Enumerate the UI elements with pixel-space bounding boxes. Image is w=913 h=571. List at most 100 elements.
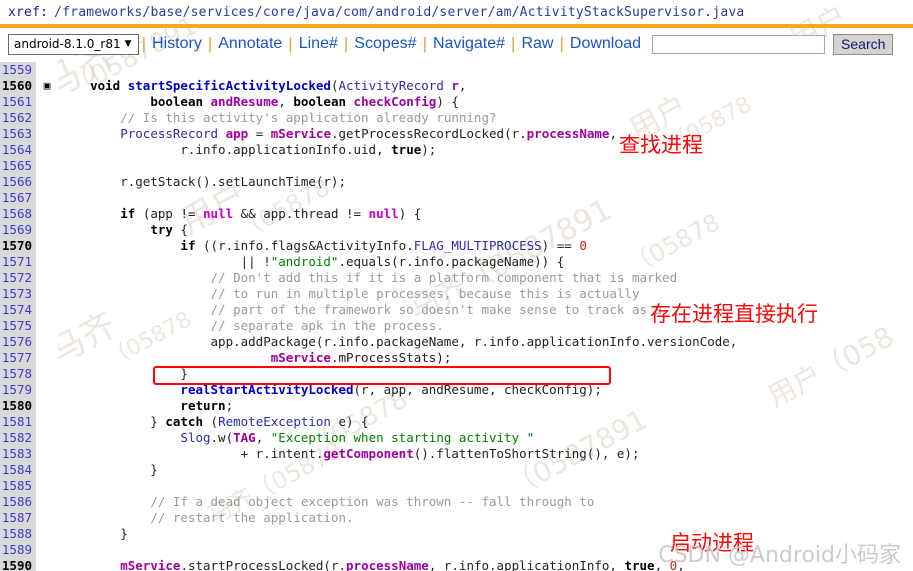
line-number: 1564 [0,142,36,158]
line-number: 1585 [0,478,36,494]
xref-file-path[interactable]: /frameworks/base/services/core/java/com/… [54,5,744,20]
code-line[interactable]: 1584 } [0,462,913,478]
code-line[interactable]: 1581 } catch (RemoteException e) { [0,414,913,430]
line-source[interactable]: try { [58,222,913,238]
code-line[interactable]: 1564 r.info.applicationInfo.uid, true); [0,142,913,158]
code-line[interactable]: 1571 || !"android".equals(r.info.package… [0,254,913,270]
line-number: 1589 [0,542,36,558]
code-line[interactable]: 1562 // Is this activity's application a… [0,110,913,126]
code-line[interactable]: 1586 // If a dead object exception was t… [0,494,913,510]
search-button[interactable]: Search [833,33,894,55]
code-line[interactable]: 1568 if (app != null && app.thread != nu… [0,206,913,222]
line-number: 1570 [0,238,36,254]
fold-collapse-icon[interactable]: ▣ [36,78,58,94]
fold-cell [36,398,58,414]
line-source[interactable]: if (app != null && app.thread != null) { [58,206,913,222]
fold-cell [36,190,58,206]
version-select[interactable]: android-8.1.0_r81 ▼ [8,33,139,55]
line-source[interactable]: void startSpecificActivityLocked(Activit… [58,78,913,94]
toolbar-link-linenum[interactable]: Line# [296,35,341,53]
line-source[interactable] [58,62,913,78]
line-source[interactable]: } catch (RemoteException e) { [58,414,913,430]
line-source[interactable]: } [58,366,913,382]
line-number: 1575 [0,318,36,334]
line-source[interactable]: // restart the application. [58,510,913,526]
line-source[interactable]: r.getStack().setLaunchTime(r); [58,174,913,190]
code-line[interactable]: 1569 try { [0,222,913,238]
toolbar-link-annotate[interactable]: Annotate [215,35,285,53]
version-select-value: android-8.1.0_r81 [14,37,121,51]
line-number: 1576 [0,334,36,350]
code-line[interactable]: 1561 boolean andResume, boolean checkCon… [0,94,913,110]
fold-cell [36,270,58,286]
fold-cell [36,462,58,478]
code-line[interactable]: 1560 ▣ void startSpecificActivityLocked(… [0,78,913,94]
line-source[interactable]: Slog.w(TAG, "Exception when starting act… [58,430,913,446]
search-input[interactable] [652,34,826,54]
fold-cell [36,350,58,366]
code-line[interactable]: 1579 realStartActivityLocked(r, app, and… [0,382,913,398]
line-number: 1584 [0,462,36,478]
line-source[interactable]: mService.mProcessStats); [58,350,913,366]
line-source[interactable]: ProcessRecord app = mService.getProcessR… [58,126,913,142]
line-source-highlighted[interactable]: realStartActivityLocked(r, app, andResum… [58,382,913,398]
code-line[interactable]: 1563 ProcessRecord app = mService.getPro… [0,126,913,142]
line-number: 1578 [0,366,36,382]
fold-cell [36,254,58,270]
line-source[interactable]: || !"android".equals(r.info.packageName)… [58,254,913,270]
fold-cell [36,510,58,526]
line-source[interactable]: r.info.applicationInfo.uid, true); [58,142,913,158]
fold-cell [36,382,58,398]
toolbar-link-navigate[interactable]: Navigate# [430,35,508,53]
code-line[interactable]: 1583 + r.intent.getComponent().flattenTo… [0,446,913,462]
line-source[interactable]: // Is this activity's application alread… [58,110,913,126]
toolbar: android-8.1.0_r81 ▼ | History | Annotate… [0,29,913,59]
line-source[interactable]: app.addPackage(r.info.packageName, r.inf… [58,334,913,350]
toolbar-link-history[interactable]: History [149,35,205,53]
fold-cell [36,430,58,446]
csdn-watermark: CSDN @Android小码家 [658,543,901,568]
fold-cell [36,302,58,318]
code-line[interactable]: 1570 if ((r.info.flags&ActivityInfo.FLAG… [0,238,913,254]
line-source[interactable]: + r.intent.getComponent().flattenToShort… [58,446,913,462]
line-source[interactable]: // Don't add this if it is a platform co… [58,270,913,286]
code-line[interactable]: 1578 } [0,366,913,382]
toolbar-link-download[interactable]: Download [567,35,644,53]
line-number: 1565 [0,158,36,174]
code-line[interactable]: 1585 [0,478,913,494]
line-source[interactable]: boolean andResume, boolean checkConfig) … [58,94,913,110]
line-number: 1561 [0,94,36,110]
toolbar-separator: | [343,33,349,53]
fold-cell [36,334,58,350]
line-number: 1583 [0,446,36,462]
code-line[interactable]: 1577 mService.mProcessStats); [0,350,913,366]
chevron-down-icon: ▼ [124,39,132,49]
code-line[interactable]: 1565 [0,158,913,174]
fold-cell [36,174,58,190]
code-viewer-page: 马齐 （0587891 用户 （05878 马齐（0587891 用户 （058… [0,0,913,571]
line-number: 1567 [0,190,36,206]
fold-cell [36,126,58,142]
line-source[interactable] [58,190,913,206]
code-line[interactable]: 1572 // Don't add this if it is a platfo… [0,270,913,286]
line-source[interactable] [58,478,913,494]
toolbar-link-scopes[interactable]: Scopes# [351,35,419,53]
fold-cell [36,94,58,110]
code-line[interactable]: 1567 [0,190,913,206]
fold-cell [36,222,58,238]
toolbar-separator: | [422,33,427,53]
code-line[interactable]: 1559 [0,62,913,78]
line-source[interactable]: if ((r.info.flags&ActivityInfo.FLAG_MULT… [58,238,913,254]
code-line[interactable]: 1566 r.getStack().setLaunchTime(r); [0,174,913,190]
code-line[interactable]: 1576 app.addPackage(r.info.packageName, … [0,334,913,350]
line-source[interactable]: } [58,462,913,478]
line-source[interactable]: // If a dead object exception was thrown… [58,494,913,510]
line-source[interactable]: return; [58,398,913,414]
code-line[interactable]: 1582 Slog.w(TAG, "Exception when startin… [0,430,913,446]
line-source[interactable] [58,158,913,174]
code-line[interactable]: 1587 // restart the application. [0,510,913,526]
code-line[interactable]: 1580 return; [0,398,913,414]
line-number: 1573 [0,286,36,302]
line-number: 1587 [0,510,36,526]
toolbar-link-raw[interactable]: Raw [518,35,556,53]
